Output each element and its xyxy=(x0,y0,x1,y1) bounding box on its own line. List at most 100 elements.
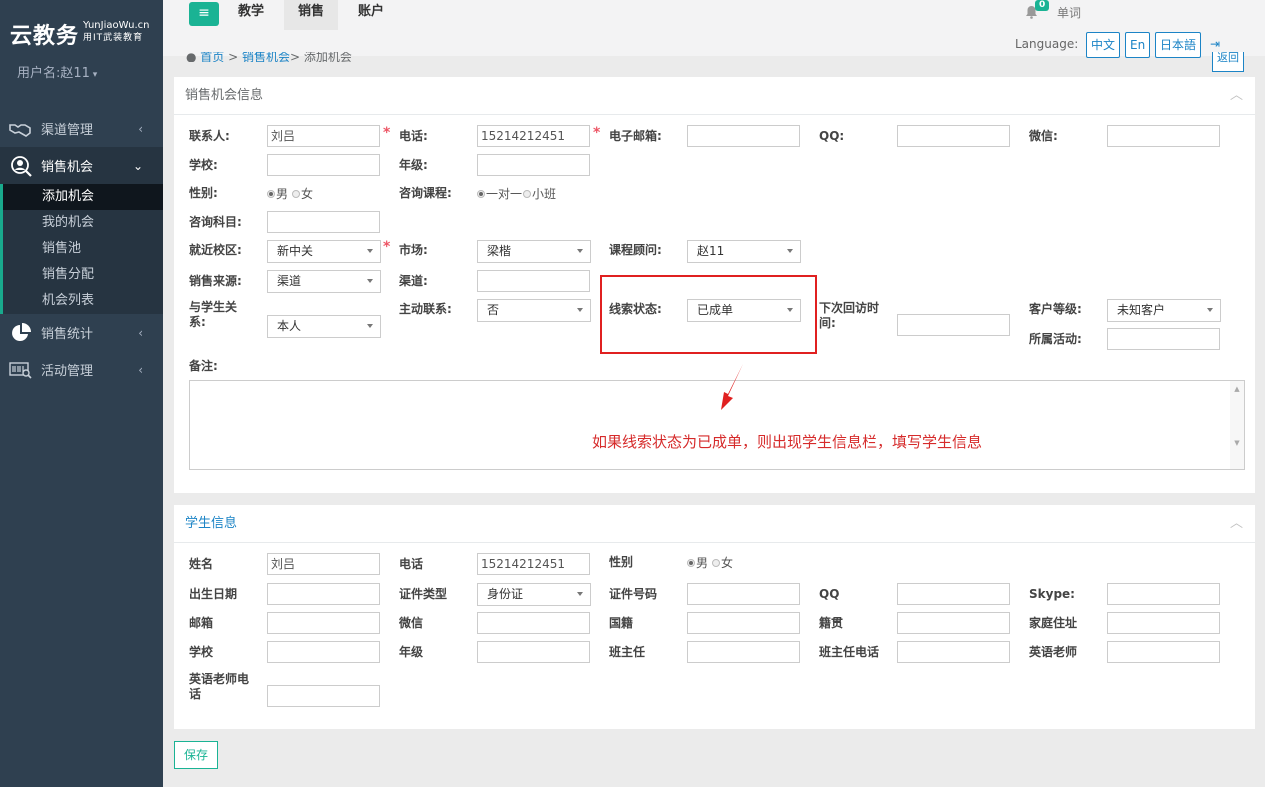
back-button[interactable]: 返回 xyxy=(1212,52,1244,72)
subnav-sales-assign[interactable]: 销售分配 xyxy=(3,262,163,288)
brand-name: 云教务 xyxy=(10,24,80,49)
nationality-input[interactable] xyxy=(687,612,800,634)
source-select[interactable]: 渠道 xyxy=(267,270,381,293)
contact-label: 联系人: xyxy=(189,129,230,143)
tab-account[interactable]: 账户 xyxy=(344,0,398,30)
annotation-arrow-icon xyxy=(721,364,743,410)
vocabulary-link[interactable]: 单词 xyxy=(1057,4,1081,21)
subject-label: 咨询科目: xyxy=(189,215,242,229)
relation-label-line2: 系: xyxy=(189,315,206,329)
subnav-sales-pool[interactable]: 销售池 xyxy=(3,236,163,262)
gender-male-radio[interactable] xyxy=(267,189,275,198)
lang-japanese-button[interactable]: 日本語 xyxy=(1155,32,1202,58)
active-contact-select[interactable]: 否 xyxy=(477,299,591,322)
id-type-select[interactable]: 身份证 xyxy=(477,583,591,606)
tab-sales[interactable]: 销售 xyxy=(284,0,339,30)
relation-select[interactable]: 本人 xyxy=(267,315,381,338)
active-contact-label: 主动联系: xyxy=(399,302,452,316)
course-one-on-one-radio[interactable] xyxy=(477,189,485,198)
lang-english-button[interactable]: En xyxy=(1125,32,1151,58)
customer-level-label: 客户等级: xyxy=(1029,302,1082,316)
subnav-my-opportunity[interactable]: 我的机会 xyxy=(3,210,163,236)
email-input[interactable] xyxy=(687,125,800,147)
menu-toggle-button[interactable]: ≡ xyxy=(189,2,219,26)
english-teacher-phone-label: 英语老师电话 xyxy=(189,672,249,702)
school-input[interactable] xyxy=(267,154,380,176)
student-school-input[interactable] xyxy=(267,641,380,663)
next-visit-label-line2: 间: xyxy=(819,316,836,330)
user-menu[interactable]: 用户名:赵11 ▾ xyxy=(17,62,97,81)
advisor-label: 课程顾问: xyxy=(609,243,662,257)
scrollbar[interactable]: ▲ ▼ xyxy=(1230,381,1244,469)
student-email-input[interactable] xyxy=(267,612,380,634)
next-visit-input[interactable] xyxy=(897,314,1010,336)
chevron-left-icon: ‹ xyxy=(138,362,143,377)
gender-female-radio[interactable] xyxy=(292,189,301,198)
contact-input[interactable]: 刘吕 xyxy=(267,125,380,147)
market-select[interactable]: 梁楷 xyxy=(477,240,591,263)
student-info-panel: 学生信息 ︿ 姓名 刘吕 电话 15214212451 性别 男 女 出生日期 证… xyxy=(174,505,1255,729)
advisor-select[interactable]: 赵11 xyxy=(687,240,801,263)
nationality-label: 国籍 xyxy=(609,616,634,630)
phone-label: 电话: xyxy=(399,129,428,143)
head-teacher-input[interactable] xyxy=(687,641,800,663)
logout-icon[interactable]: ⇥ xyxy=(1210,37,1220,51)
head-teacher-phone-label: 班主任电话 xyxy=(819,645,880,659)
chevron-up-icon[interactable]: ︿ xyxy=(1230,505,1243,543)
wechat-label: 微信: xyxy=(1029,129,1058,143)
activity-label: 所属活动: xyxy=(1029,332,1082,346)
campus-label: 就近校区: xyxy=(189,243,242,257)
sidebar-item-activity[interactable]: 活动管理 ‹ xyxy=(0,351,163,388)
course-small-class-radio[interactable] xyxy=(523,189,532,198)
market-label: 市场: xyxy=(399,243,428,257)
native-place-label: 籍贯 xyxy=(819,616,844,630)
chevron-up-icon[interactable]: ︿ xyxy=(1230,77,1243,115)
grade-input[interactable] xyxy=(477,154,590,176)
head-teacher-phone-input[interactable] xyxy=(897,641,1010,663)
sidebar-item-sales[interactable]: 销售机会 ⌄ xyxy=(0,147,163,184)
campus-select[interactable]: 新中关 xyxy=(267,240,381,263)
sidebar-item-statistics[interactable]: 销售统计 ‹ xyxy=(0,314,163,351)
sidebar-item-channel[interactable]: 渠道管理 ‹ xyxy=(0,110,163,147)
subnav-add-opportunity[interactable]: 添加机会 xyxy=(3,184,163,210)
qq-input[interactable] xyxy=(897,125,1010,147)
birthday-input[interactable] xyxy=(267,583,380,605)
student-wechat-input[interactable] xyxy=(477,612,590,634)
english-teacher-input[interactable] xyxy=(1107,641,1220,663)
phone-input[interactable]: 15214212451 xyxy=(477,125,590,147)
student-name-input[interactable]: 刘吕 xyxy=(267,553,380,575)
wechat-input[interactable] xyxy=(1107,125,1220,147)
subject-input[interactable] xyxy=(267,211,380,233)
channel-input[interactable] xyxy=(477,270,590,292)
save-button[interactable]: 保存 xyxy=(174,741,218,769)
id-number-input[interactable] xyxy=(687,583,800,605)
language-label: Language: xyxy=(1015,37,1079,51)
student-male-radio[interactable] xyxy=(687,558,695,567)
remark-textarea[interactable]: ▲ ▼ xyxy=(189,380,1245,470)
skype-input[interactable] xyxy=(1107,583,1220,605)
birthday-label: 出生日期 xyxy=(189,587,238,601)
student-wechat-label: 微信 xyxy=(399,616,424,630)
customer-level-select[interactable]: 未知客户 xyxy=(1107,299,1221,322)
lang-chinese-button[interactable]: 中文 xyxy=(1086,32,1121,58)
student-female-radio[interactable] xyxy=(712,558,721,567)
course-label: 咨询课程: xyxy=(399,186,452,200)
grade-label: 年级: xyxy=(399,158,428,172)
radio-label: 男 xyxy=(276,187,289,201)
chevron-left-icon: ‹ xyxy=(138,325,143,340)
student-grade-input[interactable] xyxy=(477,641,590,663)
english-teacher-phone-input[interactable] xyxy=(267,685,380,707)
sidebar: 云教务 YunJiaoWu.cn 用IT武装教育 用户名:赵11 ▾ 渠道管理 ‹… xyxy=(0,0,163,787)
subnav-opportunity-list[interactable]: 机会列表 xyxy=(3,288,163,314)
student-phone-input[interactable]: 15214212451 xyxy=(477,553,590,575)
channel-label: 渠道: xyxy=(399,274,428,288)
pie-chart-icon xyxy=(9,322,33,343)
activity-input[interactable] xyxy=(1107,328,1220,350)
address-input[interactable] xyxy=(1107,612,1220,634)
id-number-label: 证件号码 xyxy=(609,587,658,601)
breadcrumb-sales[interactable]: 销售机会 xyxy=(242,52,290,62)
student-qq-input[interactable] xyxy=(897,583,1010,605)
native-place-input[interactable] xyxy=(897,612,1010,634)
breadcrumb-home[interactable]: 首页 xyxy=(200,52,224,62)
tab-teaching[interactable]: 教学 xyxy=(224,0,278,30)
